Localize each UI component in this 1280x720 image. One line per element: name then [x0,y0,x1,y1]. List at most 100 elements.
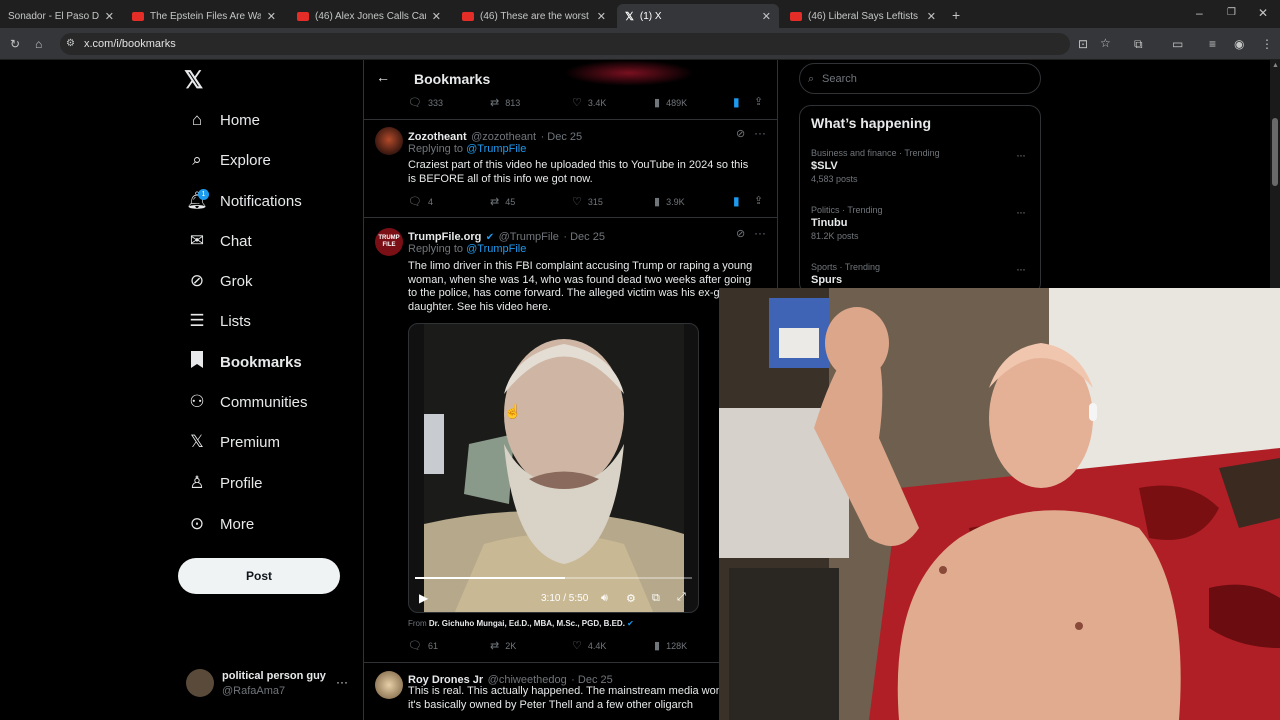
close-icon[interactable]: ✕ [105,10,114,23]
trend-item[interactable]: Business and finance · Trending $SLV 4,5… [811,148,1031,192]
minimize-icon[interactable]: – [1196,6,1203,20]
reply-button[interactable]: 🗨︎ 4 [408,195,490,208]
browser-tab[interactable]: Sonador - El Paso Del Gr ✕ [0,4,122,28]
volume-icon[interactable]: 🔊︎ [601,592,608,605]
more-icon[interactable]: ··· [754,226,766,240]
sidebar-item-label: Notifications [220,192,302,210]
sidebar-item-communities[interactable]: ⚇ Communities [186,387,308,417]
close-icon[interactable]: ✕ [432,10,441,23]
close-icon[interactable]: ✕ [762,10,771,23]
from-author[interactable]: Dr. Gichuho Mungai, Ed.D., MBA, M.Sc., P… [429,619,625,628]
trend-name: $SLV [811,160,838,172]
star-icon[interactable]: ☆ [1100,37,1111,49]
close-window-icon[interactable]: ✕ [1258,6,1268,20]
reply-icon: 🗨︎ [408,196,422,208]
repost-button[interactable]: ⇄ 45 [490,195,572,208]
like-count: 315 [587,196,603,207]
browser-tab[interactable]: (46) These are the worst pirates ✕ [454,4,614,28]
tweet-author-name[interactable]: Zozotheant [408,131,467,143]
repost-button[interactable]: ⇄ 813 [490,96,572,109]
repost-button[interactable]: ⇄ 2K [490,639,572,652]
home-icon[interactable]: ⌂ [35,38,42,50]
youtube-icon [790,11,802,21]
sidebar-item-more[interactable]: ⊙ More [186,509,254,539]
split-view-icon[interactable]: ▭ [1172,38,1183,50]
site-info-icon[interactable]: ⚙ [66,33,75,55]
account-handle: @RafaAma7 [222,685,286,697]
tweet[interactable]: TRUMP FILE TrumpFile.org ✔ @TrumpFile · … [364,218,777,663]
bookmark-icon[interactable]: ▮ [733,95,740,109]
scroll-up-icon[interactable]: ▲ [1272,62,1279,69]
share-icon[interactable]: ⇪ [754,194,763,207]
like-button[interactable]: ♡ 315 [572,195,654,208]
sidebar-item-chat[interactable]: ✉ Chat [186,226,252,256]
sidebar-item-label: Communities [220,393,308,411]
tweet[interactable]: Roy Drones Jr @chiweethedog · Dec 25 Thi… [364,663,777,720]
browser-tab-active[interactable]: 𝕏 (1) X ✕ [617,4,779,28]
sidebar-item-lists[interactable]: ☰ Lists [186,306,250,336]
tweet-text: Craziest part of this video he uploaded … [408,159,749,185]
like-button[interactable]: ♡ 3.4K [572,96,654,109]
x-logo-icon[interactable]: 𝕏 [184,66,203,95]
back-arrow-icon[interactable]: ← [376,69,390,85]
trend-item[interactable]: Politics · Trending Tinubu 81.2K posts [811,205,1031,249]
bookmark-icon[interactable]: ▮ [733,194,740,208]
tweet-author-handle[interactable]: @TrumpFile [499,231,559,243]
replying-label: Replying to [408,243,464,255]
grok-icon[interactable]: ⊘ [736,127,745,140]
sidebar-item-explore[interactable]: ⌕ Explore [186,145,271,175]
settings-icon[interactable]: ⚙ [626,592,636,605]
sidebar-item-profile[interactable]: ♙ Profile [186,468,262,498]
reply-button[interactable]: 🗨︎ 333 [408,96,490,109]
media-control-icon[interactable]: ≡ [1209,38,1216,50]
tweet-date[interactable]: · Dec 25 [563,231,605,243]
fullscreen-icon[interactable]: ⤢ [677,591,686,604]
grok-icon[interactable]: ⊘ [736,227,745,240]
sidebar-item-bookmarks[interactable]: Bookmarks [186,347,302,377]
tweet-date[interactable]: · Dec 25 [541,131,583,143]
search-icon: ⌕ [808,73,815,85]
play-icon[interactable]: ▶ [419,591,428,605]
restore-icon[interactable]: ❐ [1227,7,1236,18]
post-button[interactable]: Post [178,558,340,594]
new-tab-button[interactable]: + [952,7,960,23]
video-progress-track[interactable] [415,577,692,579]
sidebar-item-notifications[interactable]: 🔔︎ 1 Notifications [186,186,302,216]
extensions-icon[interactable]: ⧉ [1134,38,1143,50]
more-icon[interactable]: ··· [1016,205,1026,219]
views-button[interactable]: ▮ 489K [654,96,736,109]
close-icon[interactable]: ✕ [597,10,606,23]
browser-tab[interactable]: (46) Liberal Says Leftists F'D UP ✕ [782,4,944,28]
tweet-author-name[interactable]: TrumpFile.org [408,231,481,243]
scrollbar[interactable]: ▲ [1270,60,1280,288]
close-icon[interactable]: ✕ [267,10,276,23]
sidebar-item-home[interactable]: ⌂ Home [186,105,260,135]
video-player[interactable]: ▶ 3:10 / 5:50 🔊︎ ⚙ ⧉ ⤢ [408,323,699,613]
replying-to-link[interactable]: @TrumpFile [466,143,526,155]
page-header: ← Bookmarks [364,60,777,96]
sidebar-item-premium[interactable]: 𝕏 Premium [186,427,280,457]
views-button[interactable]: ▮ 3.9K [654,195,736,208]
from-label: From [408,619,427,628]
share-icon[interactable]: ⇪ [754,95,763,108]
reply-button[interactable]: 🗨︎ 61 [408,639,490,652]
profile-icon[interactable]: ◉ [1234,38,1244,50]
scrollbar-thumb[interactable] [1272,118,1278,186]
replying-to-link[interactable]: @TrumpFile [466,243,526,255]
install-app-icon[interactable]: ⊡ [1078,38,1088,50]
close-icon[interactable]: ✕ [927,10,936,23]
search-input[interactable]: ⌕ Search [799,63,1041,94]
tweet-author-handle[interactable]: @zozotheant [471,131,536,143]
browser-tab[interactable]: The Epstein Files Are Way Worse ✕ [124,4,284,28]
more-icon[interactable]: ··· [1016,262,1026,276]
pip-icon[interactable]: ⧉ [652,592,660,605]
like-button[interactable]: ♡ 4.4K [572,639,654,652]
menu-icon[interactable]: ⋮ [1261,38,1273,50]
address-bar[interactable]: ⚙ x.com/i/bookmarks [60,33,1070,55]
more-icon[interactable]: ··· [1016,148,1026,162]
sidebar-item-grok[interactable]: ⊘ Grok [186,266,253,296]
browser-tab[interactable]: (46) Alex Jones Calls Candace O ✕ [289,4,449,28]
more-icon[interactable]: ··· [754,126,766,140]
reload-icon[interactable]: ↻ [10,38,20,50]
account-switcher[interactable]: political person guy @RafaAma7 ··· [186,669,356,701]
